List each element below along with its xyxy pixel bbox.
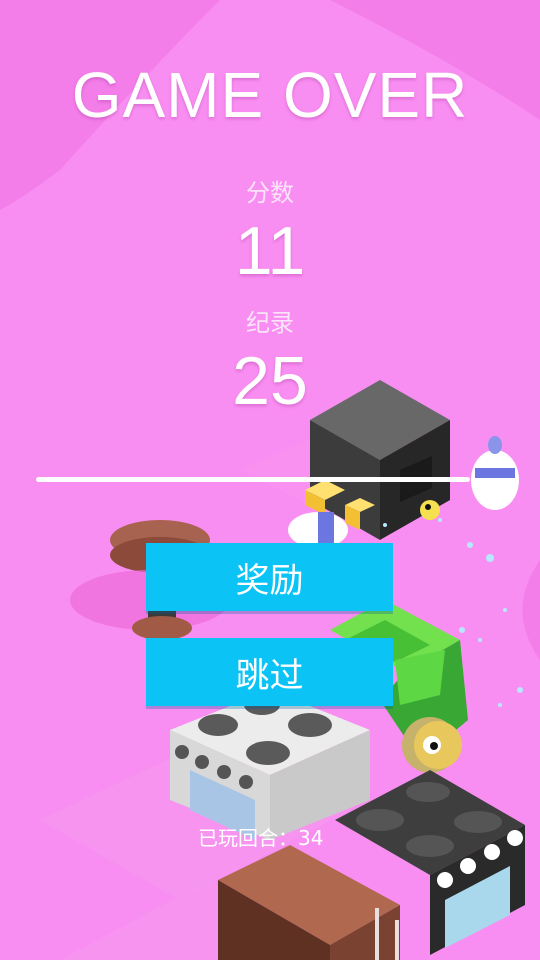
reward-button[interactable]: 奖励 [146,543,393,611]
record-label: 纪录 [246,309,294,337]
game-over-title: GAME OVER [71,59,469,131]
rounds-played-text: 已玩回合：34 [198,826,324,850]
score-value: 11 [234,213,306,289]
divider-line [36,477,470,482]
score-label: 分数 [246,179,294,207]
record-value: 25 [232,343,308,419]
skip-button[interactable]: 跳过 [146,638,393,706]
